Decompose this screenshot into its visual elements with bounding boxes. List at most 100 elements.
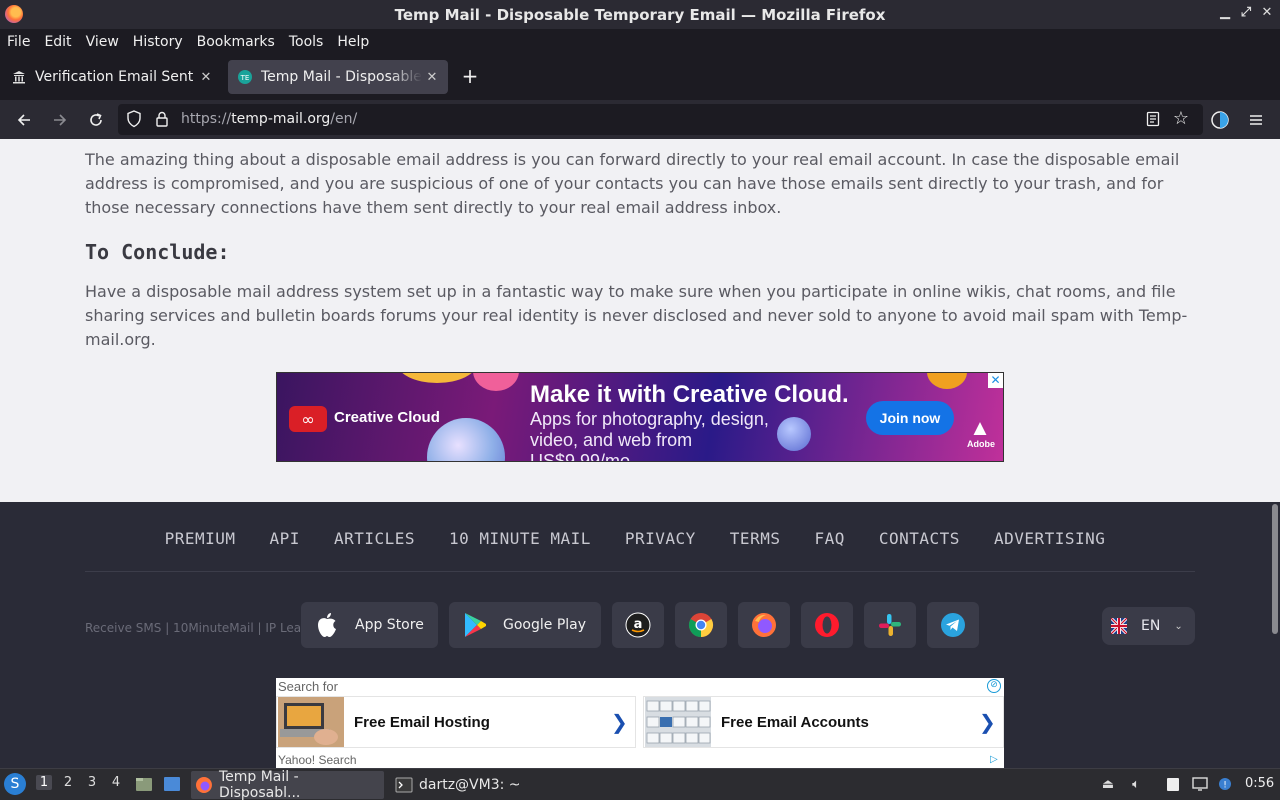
search-ad-item-free-email-accounts[interactable]: Free Email Accounts ❯ — [643, 696, 1004, 748]
google-play-label: Google Play — [503, 617, 587, 633]
search-ad-title: Free Email Accounts — [721, 713, 869, 731]
reader-view-icon[interactable] — [1145, 111, 1161, 127]
footer-link-10-minute-mail[interactable]: 10 MINUTE MAIL — [449, 529, 591, 548]
footer-secondary-links[interactable]: Receive SMS | 10MinuteMail | IP Leak — [85, 621, 310, 635]
footer-link-premium[interactable]: PREMIUM — [165, 529, 236, 548]
ad-planet-graphic — [927, 373, 967, 389]
eject-icon[interactable]: ⏏ — [1099, 775, 1117, 793]
reload-button[interactable] — [83, 107, 109, 133]
footer-link-advertising[interactable]: ADVERTISING — [994, 529, 1105, 548]
tab-temp-mail[interactable]: TE Temp Mail - Disposable Te ✕ — [228, 60, 448, 94]
minimize-button[interactable]: ▁ — [1217, 5, 1233, 20]
hamburger-menu-icon[interactable] — [1243, 107, 1269, 133]
menu-help[interactable]: Help — [337, 34, 369, 50]
maximize-button[interactable]: ⤢ — [1238, 5, 1254, 20]
footer-link-privacy[interactable]: PRIVACY — [625, 529, 696, 548]
menu-history[interactable]: History — [133, 34, 183, 50]
navigation-toolbar: https://temp-mail.org/en/ ☆ — [0, 100, 1280, 139]
opera-app-button[interactable] — [801, 602, 853, 648]
amazon-app-button[interactable]: a — [612, 602, 664, 648]
creative-cloud-ad-banner[interactable]: ∞ Creative Cloud Make it with Creative C… — [276, 372, 1004, 462]
search-ad-item-free-email-hosting[interactable]: Free Email Hosting ❯ — [276, 696, 636, 748]
play-triangle-icon[interactable]: ▷ — [990, 754, 1002, 766]
google-play-button[interactable]: Google Play — [449, 602, 601, 648]
start-menu-icon[interactable]: S — [4, 773, 26, 795]
menu-tools[interactable]: Tools — [289, 34, 324, 50]
close-tab-icon[interactable]: ✕ — [196, 70, 216, 85]
clipboard-icon[interactable] — [1164, 775, 1182, 793]
bank-icon — [11, 69, 27, 85]
svg-text:TE: TE — [240, 74, 250, 82]
menu-edit[interactable]: Edit — [44, 34, 71, 50]
footer-link-contacts[interactable]: CONTACTS — [879, 529, 960, 548]
workspace-2[interactable]: 2 — [60, 775, 76, 790]
opera-icon — [815, 613, 839, 637]
slack-app-button[interactable] — [864, 602, 916, 648]
footer-link-articles[interactable]: ARTICLES — [334, 529, 415, 548]
taskbar-terminal-window[interactable]: dartz@VM3: ~ — [391, 771, 531, 799]
notification-icon[interactable]: ! — [1216, 775, 1234, 793]
file-manager-icon[interactable] — [135, 775, 153, 793]
theme-toggle-icon[interactable] — [1207, 107, 1233, 133]
firefox-icon — [752, 613, 776, 637]
language-label: EN — [1141, 618, 1161, 634]
back-button[interactable] — [11, 107, 37, 133]
ad-planet-graphic — [397, 373, 477, 383]
app-store-button[interactable]: App Store — [301, 602, 438, 648]
taskbar-clock: 0:56 — [1245, 776, 1275, 791]
menu-file[interactable]: File — [7, 34, 30, 50]
desktop-icon[interactable] — [163, 775, 181, 793]
taskbar-task-label: Temp Mail - Disposabl... — [218, 769, 301, 800]
address-bar[interactable]: https://temp-mail.org/en/ ☆ — [118, 104, 1203, 135]
taskbar-firefox-window[interactable]: Temp Mail - Disposabl... — [191, 769, 384, 800]
search-ad-title: Free Email Hosting — [354, 713, 490, 731]
menu-bookmarks[interactable]: Bookmarks — [197, 34, 275, 50]
forward-button[interactable] — [47, 107, 73, 133]
keyboard-photo-icon — [645, 697, 711, 747]
footer-link-api[interactable]: API — [270, 529, 300, 548]
laptop-photo-icon — [278, 697, 344, 747]
new-tab-button[interactable]: + — [459, 64, 481, 88]
ad-planet-graphic — [473, 373, 519, 391]
slack-icon — [879, 614, 901, 636]
telegram-app-button[interactable] — [927, 602, 979, 648]
firefox-app-button[interactable] — [738, 602, 790, 648]
language-selector[interactable]: EN ⌄ — [1102, 607, 1195, 645]
footer-divider — [85, 571, 1195, 572]
footer-link-terms[interactable]: TERMS — [730, 529, 781, 548]
tempmail-icon: TE — [237, 69, 253, 85]
lock-icon[interactable] — [154, 110, 170, 128]
firefox-icon — [195, 777, 212, 793]
svg-text:!: ! — [1223, 781, 1227, 791]
ad-headline: Make it with Creative Cloud. — [530, 381, 849, 408]
taskbar-task-label: dartz@VM3: ~ — [419, 777, 521, 793]
section-heading: To Conclude: — [85, 240, 230, 264]
network-icon[interactable] — [1191, 775, 1209, 793]
amazon-icon: a — [625, 612, 651, 638]
volume-icon[interactable]: 🔈︎ — [1127, 775, 1145, 793]
terminal-icon — [395, 777, 413, 793]
workspace-3[interactable]: 3 — [84, 775, 100, 790]
footer-nav: PREMIUM API ARTICLES 10 MINUTE MAIL PRIV… — [0, 529, 1270, 548]
window-titlebar: Temp Mail - Disposable Temporary Email —… — [0, 0, 1280, 29]
apple-icon — [313, 611, 341, 639]
workspace-1[interactable]: 1 — [36, 775, 52, 790]
menu-view[interactable]: View — [86, 34, 119, 50]
join-now-button[interactable]: Join now — [866, 401, 954, 435]
tracking-shield-icon[interactable] — [126, 110, 142, 128]
page-scrollbar[interactable] — [1270, 502, 1280, 768]
tab-verification-email[interactable]: Verification Email Sent ✕ — [2, 60, 222, 94]
chrome-app-button[interactable] — [675, 602, 727, 648]
yahoo-search-ad[interactable]: Search for ⊘ Free Email Hosting ❯ Free E… — [276, 678, 1004, 768]
adobe-logo-icon: ▲ Adobe — [967, 415, 995, 450]
google-play-icon — [461, 611, 489, 639]
adchoices-icon[interactable]: ⊘ — [987, 679, 1001, 693]
footer-link-faq[interactable]: FAQ — [814, 529, 844, 548]
close-tab-icon[interactable]: ✕ — [422, 70, 442, 85]
tab-strip: Verification Email Sent ✕ TE Temp Mail -… — [0, 54, 1280, 100]
workspace-4[interactable]: 4 — [108, 775, 124, 790]
ad-close-icon[interactable]: ✕ — [988, 373, 1003, 388]
bookmark-star-icon[interactable]: ☆ — [1173, 108, 1189, 129]
close-window-button[interactable]: ✕ — [1259, 5, 1275, 20]
scrollbar-thumb[interactable] — [1272, 504, 1278, 634]
